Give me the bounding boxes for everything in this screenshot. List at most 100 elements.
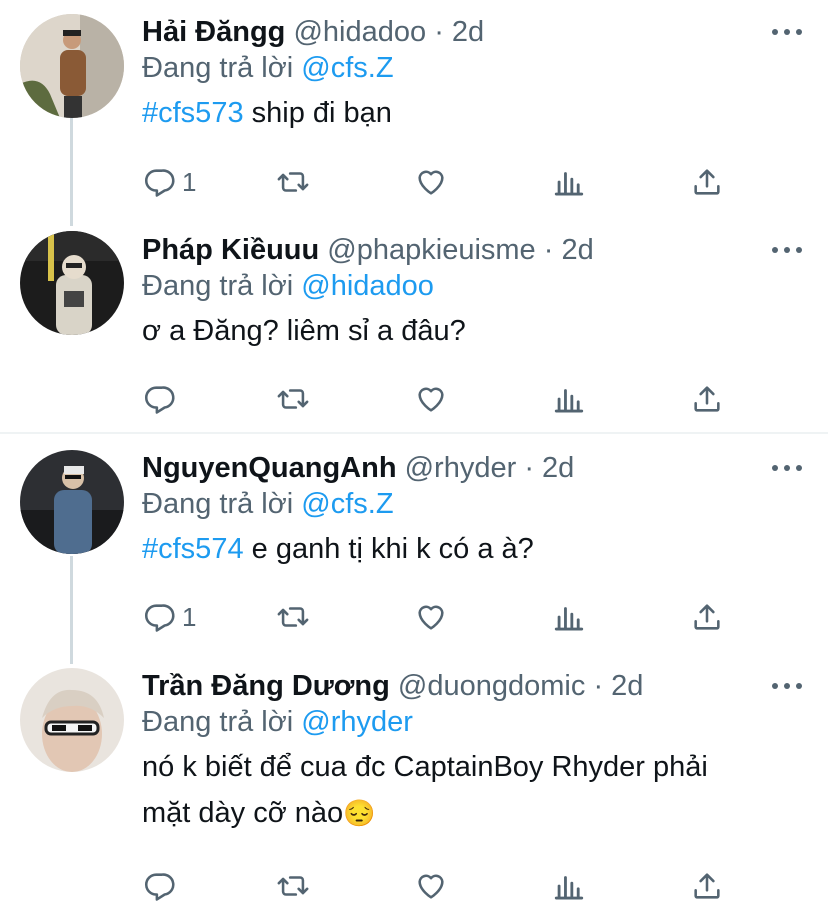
avatar[interactable] <box>20 231 124 335</box>
like-button[interactable] <box>414 379 448 419</box>
tweet-body: mặt dày cỡ nào <box>142 797 344 829</box>
hashtag[interactable]: #cfs573 <box>142 97 244 129</box>
thread-line <box>70 118 73 226</box>
more-icon[interactable] <box>772 458 802 478</box>
replying-to-label: Đang trả lời <box>142 270 294 302</box>
like-button[interactable] <box>414 162 448 202</box>
reply-icon <box>144 604 175 632</box>
avatar-photo <box>20 450 124 554</box>
analytics-icon <box>554 172 584 196</box>
author-name[interactable]: Trần Đăng Dương <box>142 670 390 702</box>
reply-icon <box>144 873 175 901</box>
tweet-body: ship đi bạn <box>243 97 392 129</box>
tweet-header: Trần Đăng Dương @duongdomic · 2d <box>142 668 788 704</box>
author-handle[interactable]: @rhyder <box>405 452 517 484</box>
author-name[interactable]: NguyenQuangAnh <box>142 452 397 484</box>
tweet-content: Trần Đăng Dương @duongdomic · 2d Đang tr… <box>142 668 788 836</box>
author-name[interactable]: Hải Đăngg <box>142 16 285 48</box>
thread-line <box>70 556 73 664</box>
retweet-button[interactable] <box>276 379 310 419</box>
replying-to-handle[interactable]: @cfs.Z <box>301 488 393 520</box>
replying-to: Đang trả lời @cfs.Z <box>142 50 788 86</box>
tweet-content: Pháp Kiềuuu @phapkieuisme · 2d Đang trả … <box>142 232 788 354</box>
analytics-button[interactable] <box>552 866 586 906</box>
tweet-text: #cfs573 ship đi bạn <box>142 90 788 136</box>
like-button[interactable] <box>414 866 448 906</box>
author-handle[interactable]: @duongdomic <box>398 670 585 702</box>
retweet-icon <box>277 172 309 192</box>
reply-icon <box>144 386 175 414</box>
replying-to-handle[interactable]: @hidadoo <box>301 270 434 302</box>
action-bar <box>142 379 742 419</box>
share-button[interactable] <box>690 162 724 202</box>
retweet-button[interactable] <box>276 866 310 906</box>
retweet-button[interactable] <box>276 162 310 202</box>
tweet-content: NguyenQuangAnh @rhyder · 2d Đang trả lời… <box>142 450 788 572</box>
analytics-button[interactable] <box>552 379 586 419</box>
share-icon <box>694 386 720 412</box>
avatar[interactable] <box>20 450 124 554</box>
hashtag[interactable]: #cfs574 <box>142 533 244 565</box>
author-name[interactable]: Pháp Kiềuuu <box>142 234 319 266</box>
analytics-icon <box>554 607 584 631</box>
analytics-button[interactable] <box>552 597 586 637</box>
share-button[interactable] <box>690 866 724 906</box>
tweet-text: ơ a Đăng? liêm sỉ a đâu? <box>142 315 466 347</box>
share-button[interactable] <box>690 379 724 419</box>
timestamp[interactable]: · 2d <box>524 452 574 484</box>
tweet-body-line: mặt dày cỡ nào😔 <box>142 790 788 836</box>
retweet-icon <box>277 607 309 627</box>
reply-icon <box>144 169 175 197</box>
action-bar: 1 <box>142 597 742 637</box>
replying-to-handle[interactable]: @rhyder <box>301 706 413 738</box>
timestamp[interactable]: · 2d <box>593 670 643 702</box>
replying-to: Đang trả lời @cfs.Z <box>142 486 788 522</box>
tweet-header: Hải Đăngg @hidadoo · 2d <box>142 14 788 50</box>
avatar[interactable] <box>20 668 124 772</box>
tweet-text: nó k biết để cua đc CaptainBoy Rhyder ph… <box>142 744 788 836</box>
share-icon <box>694 873 720 899</box>
thread-divider <box>0 432 828 434</box>
timestamp[interactable]: · 2d <box>434 16 484 48</box>
action-bar <box>142 866 742 906</box>
reply-button[interactable] <box>142 379 176 419</box>
author-handle[interactable]: @hidadoo <box>293 16 426 48</box>
tweet-content: Hải Đăngg @hidadoo · 2d Đang trả lời @cf… <box>142 14 788 136</box>
replying-to-label: Đang trả lời <box>142 488 294 520</box>
heart-icon <box>418 874 444 899</box>
replying-to-label: Đang trả lời <box>142 706 294 738</box>
reply-button[interactable]: 1 <box>142 162 196 202</box>
share-icon <box>694 604 720 630</box>
reply-button[interactable] <box>142 866 176 906</box>
replying-to: Đang trả lời @hidadoo <box>142 268 788 304</box>
timestamp[interactable]: · 2d <box>544 234 594 266</box>
author-handle[interactable]: @phapkieuisme <box>327 234 535 266</box>
heart-icon <box>418 387 444 412</box>
more-icon[interactable] <box>772 240 802 260</box>
retweet-icon <box>277 876 309 896</box>
more-icon[interactable] <box>772 22 802 42</box>
avatar-photo <box>20 14 124 118</box>
replying-to-handle[interactable]: @cfs.Z <box>301 52 393 84</box>
avatar[interactable] <box>20 14 124 118</box>
heart-icon <box>418 605 444 630</box>
avatar-photo <box>20 668 124 772</box>
avatar-photo <box>20 231 124 335</box>
share-button[interactable] <box>690 597 724 637</box>
reply-count: 1 <box>182 166 197 197</box>
tweet-header: Pháp Kiềuuu @phapkieuisme · 2d <box>142 232 788 268</box>
like-button[interactable] <box>414 597 448 637</box>
replying-to: Đang trả lời @rhyder <box>142 704 788 740</box>
retweet-button[interactable] <box>276 597 310 637</box>
more-icon[interactable] <box>772 676 802 696</box>
analytics-button[interactable] <box>552 162 586 202</box>
reply-button[interactable]: 1 <box>142 597 196 637</box>
heart-icon <box>418 170 444 195</box>
tweet-body-line: nó k biết để cua đc CaptainBoy Rhyder ph… <box>142 751 708 783</box>
tweet-text: #cfs574 e ganh tị khi k có a à? <box>142 526 788 572</box>
share-icon <box>694 169 720 195</box>
retweet-icon <box>277 389 309 409</box>
tweet-body: e ganh tị khi k có a à? <box>243 533 534 565</box>
tweet-header: NguyenQuangAnh @rhyder · 2d <box>142 450 788 486</box>
analytics-icon <box>554 876 584 900</box>
